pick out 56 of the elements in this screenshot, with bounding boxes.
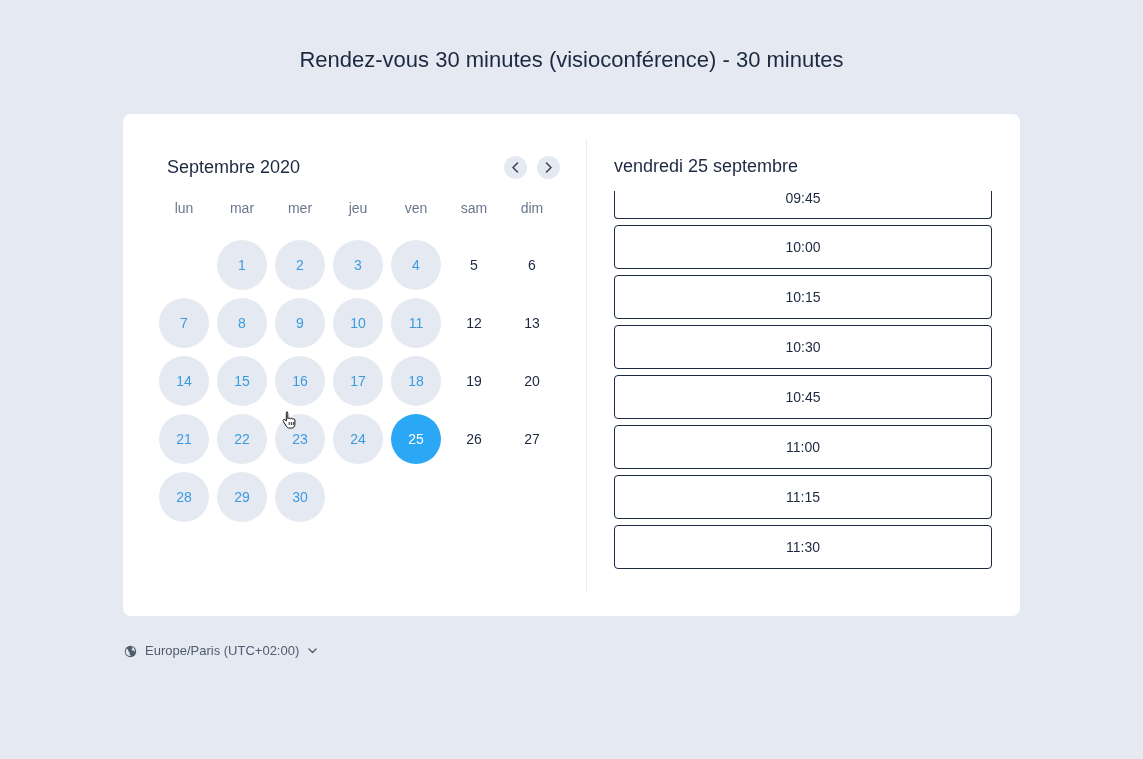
weekday-label: lun <box>174 200 194 216</box>
day-label: 26 <box>466 430 482 448</box>
day-button[interactable]: 10 <box>333 298 383 348</box>
day-label: 12 <box>466 314 482 332</box>
day-button[interactable]: 1 <box>217 240 267 290</box>
time-slot-button[interactable]: 10:15 <box>614 275 992 319</box>
day-button[interactable]: 15 <box>217 356 267 406</box>
time-slot-button[interactable]: 11:15 <box>614 475 992 519</box>
day-button[interactable]: 22 <box>217 414 267 464</box>
day-button[interactable]: 14 <box>159 356 209 406</box>
weekday-label: dim <box>520 200 544 216</box>
day-label: 20 <box>524 372 540 390</box>
day-button[interactable]: 4 <box>391 240 441 290</box>
time-slot-button[interactable]: 10:00 <box>614 225 992 269</box>
day-button[interactable]: 30 <box>275 472 325 522</box>
day-label: 6 <box>528 256 536 274</box>
globe-icon <box>124 644 137 658</box>
previous-month-button[interactable] <box>504 155 527 179</box>
chevron-down-icon <box>308 648 318 654</box>
timezone-dropdown[interactable]: Europe/Paris (UTC+02:00) <box>145 641 318 661</box>
weekday-label: sam <box>460 200 488 216</box>
day-button[interactable]: 23 <box>275 414 325 464</box>
month-title: Septembre 2020 <box>167 155 302 179</box>
day-label: 5 <box>470 256 478 274</box>
day-label: 27 <box>524 430 540 448</box>
day-button[interactable]: 18 <box>391 356 441 406</box>
day-label: 19 <box>466 372 482 390</box>
day-button[interactable]: 29 <box>217 472 267 522</box>
time-slot-button[interactable]: 11:30 <box>614 525 992 569</box>
day-button[interactable]: 9 <box>275 298 325 348</box>
day-button[interactable]: 24 <box>333 414 383 464</box>
weekday-label: mer <box>287 200 313 216</box>
day-button[interactable]: 3 <box>333 240 383 290</box>
weekday-label: jeu <box>348 200 368 216</box>
day-button[interactable]: 7 <box>159 298 209 348</box>
chevron-left-icon <box>511 161 520 173</box>
day-button[interactable]: 8 <box>217 298 267 348</box>
time-slot-button[interactable]: 10:45 <box>614 375 992 419</box>
weekday-label: mar <box>229 200 255 216</box>
day-button[interactable]: 2 <box>275 240 325 290</box>
time-slot-button[interactable]: 11:00 <box>614 425 992 469</box>
next-month-button[interactable] <box>537 155 560 179</box>
chevron-right-icon <box>544 161 553 173</box>
day-button[interactable]: 16 <box>275 356 325 406</box>
day-label: 13 <box>524 314 540 332</box>
day-button[interactable]: 28 <box>159 472 209 522</box>
time-slot-button[interactable]: 10:30 <box>614 325 992 369</box>
day-button[interactable]: 17 <box>333 356 383 406</box>
hand-cursor-icon <box>282 411 297 429</box>
selected-date-title: vendredi 25 septembre <box>614 155 800 177</box>
weekday-label: ven <box>404 200 428 216</box>
page-title: Rendez-vous 30 minutes (visioconférence) - 30 minutes <box>298 46 845 74</box>
day-button[interactable]: 21 <box>159 414 209 464</box>
time-slot-button[interactable]: 09:45 <box>614 191 992 219</box>
day-button[interactable]: 11 <box>391 298 441 348</box>
day-button[interactable]: 25 <box>391 414 441 464</box>
